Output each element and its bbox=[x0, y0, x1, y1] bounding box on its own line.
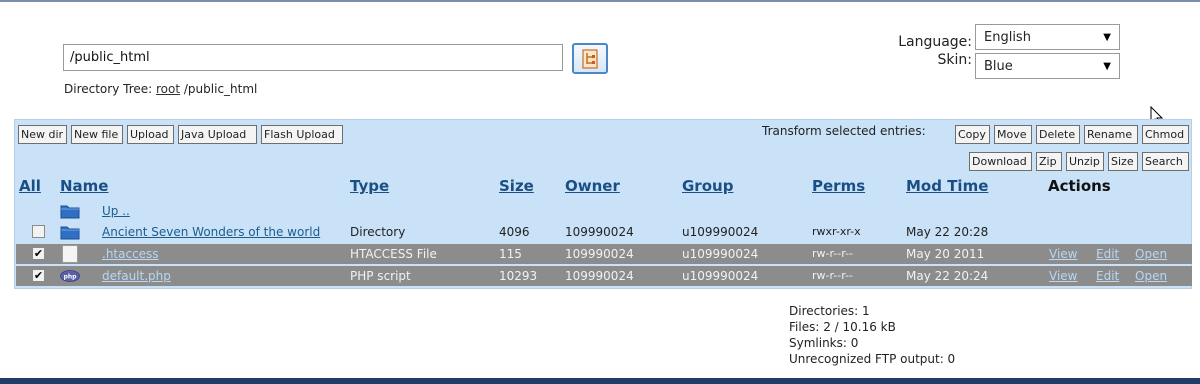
delete-button[interactable]: Delete bbox=[1036, 125, 1080, 144]
edit-link[interactable]: Edit bbox=[1096, 244, 1119, 264]
dropdown-arrow-icon: ▼ bbox=[1103, 60, 1111, 72]
column-mod-time[interactable]: Mod Time bbox=[906, 177, 988, 195]
php-icon: php bbox=[60, 270, 80, 282]
search-button[interactable]: Search bbox=[1142, 152, 1189, 171]
language-selected: English bbox=[984, 29, 1031, 45]
rename-button[interactable]: Rename bbox=[1084, 125, 1138, 144]
language-label: Language: bbox=[898, 34, 972, 50]
directory-stats: Directories: 1 Files: 2 / 10.16 kB Symli… bbox=[789, 303, 955, 367]
file-group: u109990024 bbox=[682, 269, 759, 283]
stats-unrecognized: Unrecognized FTP output: 0 bbox=[789, 352, 956, 366]
view-link[interactable]: View bbox=[1049, 266, 1077, 286]
folder-icon bbox=[60, 205, 80, 219]
column-all[interactable]: All bbox=[19, 177, 41, 195]
move-button[interactable]: Move bbox=[994, 125, 1032, 144]
file-owner: 109990024 bbox=[565, 247, 634, 261]
folder-icon bbox=[60, 226, 80, 240]
column-type[interactable]: Type bbox=[350, 177, 389, 195]
skin-select[interactable]: Blue ▼ bbox=[975, 53, 1120, 79]
directory-tree-label: Directory Tree: bbox=[64, 82, 153, 96]
column-group[interactable]: Group bbox=[682, 177, 733, 195]
column-owner[interactable]: Owner bbox=[565, 177, 620, 195]
transform-label: Transform selected entries: bbox=[762, 124, 926, 138]
directory-tree-button[interactable] bbox=[572, 43, 608, 74]
directory-tree-path: /public_html bbox=[183, 82, 258, 96]
top-border bbox=[0, 0, 1200, 2]
skin-label: Skin: bbox=[937, 52, 972, 68]
column-actions: Actions bbox=[1048, 177, 1111, 195]
dropdown-arrow-icon: ▼ bbox=[1103, 31, 1111, 43]
size-button[interactable]: Size bbox=[1108, 152, 1138, 171]
file-group: u109990024 bbox=[682, 225, 759, 239]
row-checkbox[interactable]: ✔ bbox=[32, 269, 45, 282]
file-size: 4096 bbox=[499, 225, 530, 239]
stats-directories: Directories: 1 bbox=[789, 304, 870, 318]
file-type: HTACCESS File bbox=[350, 247, 437, 261]
file-type: Directory bbox=[350, 225, 406, 239]
svg-text:php: php bbox=[64, 274, 78, 281]
tree-icon bbox=[582, 48, 598, 69]
file-perms: rw-r--r-- bbox=[812, 247, 854, 260]
table-row: ✔ php default.php PHP script 10293 10999… bbox=[16, 266, 1192, 286]
zip-button[interactable]: Zip bbox=[1036, 152, 1062, 171]
file-name-link[interactable]: Ancient Seven Wonders of the world bbox=[102, 222, 320, 242]
file-size: 115 bbox=[499, 247, 522, 261]
skin-selected: Blue bbox=[984, 58, 1013, 74]
file-name-link[interactable]: .htaccess bbox=[102, 244, 159, 264]
up-link[interactable]: Up .. bbox=[102, 201, 130, 221]
directory-path-input[interactable] bbox=[63, 44, 563, 71]
edit-link[interactable]: Edit bbox=[1096, 266, 1119, 286]
file-mod-time: May 22 20:24 bbox=[906, 269, 989, 283]
column-size[interactable]: Size bbox=[499, 177, 534, 195]
table-row: Ancient Seven Wonders of the world Direc… bbox=[16, 222, 1192, 242]
file-group: u109990024 bbox=[682, 247, 759, 261]
file-owner: 109990024 bbox=[565, 225, 634, 239]
stats-files: Files: 2 / 10.16 kB bbox=[789, 320, 896, 334]
chmod-button[interactable]: Chmod bbox=[1142, 125, 1189, 144]
file-size: 10293 bbox=[499, 269, 538, 283]
file-perms: rwxr-xr-x bbox=[812, 225, 861, 238]
table-row: ✔ .htaccess HTACCESS File 115 109990024 … bbox=[16, 244, 1192, 264]
download-button[interactable]: Download bbox=[969, 152, 1032, 171]
view-link[interactable]: View bbox=[1049, 244, 1077, 264]
row-checkbox[interactable]: ✔ bbox=[32, 247, 45, 260]
upload-button[interactable]: Upload bbox=[127, 125, 174, 144]
root-link[interactable]: root bbox=[156, 82, 180, 96]
row-checkbox[interactable] bbox=[32, 225, 45, 238]
java-upload-button[interactable]: Java Upload bbox=[178, 125, 257, 144]
column-perms[interactable]: Perms bbox=[812, 177, 865, 195]
open-link[interactable]: Open bbox=[1135, 266, 1167, 286]
copy-button[interactable]: Copy bbox=[955, 125, 990, 144]
open-link[interactable]: Open bbox=[1135, 244, 1167, 264]
new-dir-button[interactable]: New dir bbox=[18, 125, 67, 144]
file-mod-time: May 22 20:28 bbox=[906, 225, 989, 239]
language-select[interactable]: English ▼ bbox=[975, 24, 1120, 50]
file-type: PHP script bbox=[350, 269, 411, 283]
file-perms: rw-r--r-- bbox=[812, 269, 854, 282]
flash-upload-button[interactable]: Flash Upload bbox=[261, 125, 343, 144]
file-icon bbox=[62, 245, 78, 263]
stats-symlinks: Symlinks: 0 bbox=[789, 336, 859, 350]
directory-tree-breadcrumb: Directory Tree: root /public_html bbox=[64, 82, 257, 96]
unzip-button[interactable]: Unzip bbox=[1066, 152, 1104, 171]
column-name[interactable]: Name bbox=[60, 177, 108, 195]
bottom-bar bbox=[0, 378, 1200, 384]
file-owner: 109990024 bbox=[565, 269, 634, 283]
file-mod-time: May 20 2011 bbox=[906, 247, 985, 261]
up-row[interactable]: Up .. bbox=[16, 201, 1192, 221]
file-name-link[interactable]: default.php bbox=[102, 266, 171, 286]
new-file-button[interactable]: New file bbox=[71, 125, 123, 144]
